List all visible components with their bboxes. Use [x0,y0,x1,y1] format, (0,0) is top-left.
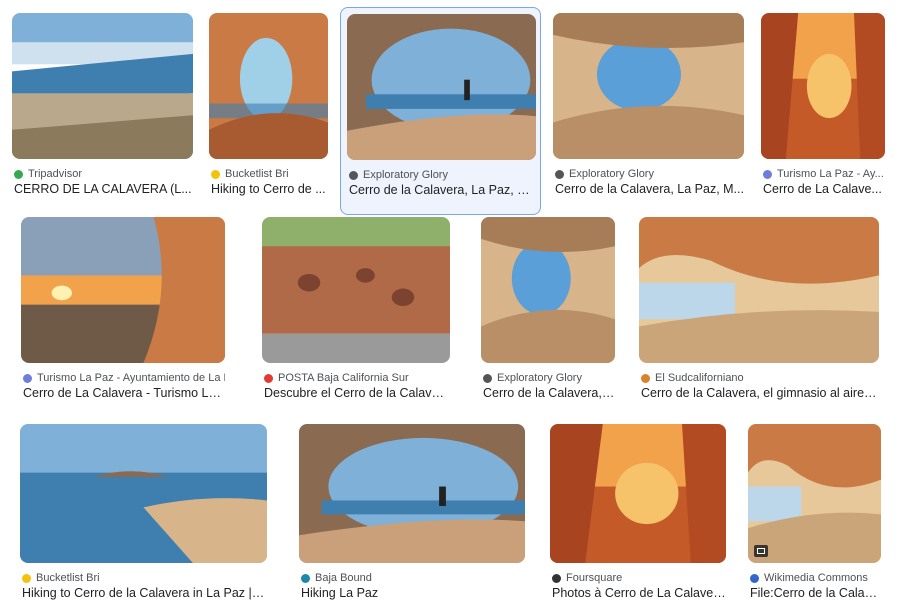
result-source[interactable]: Wikimedia Commons [750,572,881,584]
result-thumbnail[interactable] [761,13,885,159]
site-icon [555,169,564,179]
result-thumbnail[interactable] [347,14,536,160]
bulb-icon [211,169,220,179]
result-source-label: Baja Bound [315,572,372,584]
result-source-label: Turismo La Paz - Ay... [777,168,884,180]
result-source[interactable]: Turismo La Paz - Ayuntamiento de La Paz [23,372,225,384]
bulb-icon [22,573,31,583]
result-source[interactable]: Turismo La Paz - Ay... [763,168,885,180]
result-source-label: Foursquare [566,572,623,584]
image-badge-icon [754,545,768,557]
result-thumbnail[interactable] [12,13,193,159]
image-result-card[interactable]: Wikimedia Commons File:Cerro de la Calave… [748,424,881,613]
result-thumbnail[interactable] [553,13,744,159]
result-source[interactable]: Tripadvisor [14,168,193,180]
result-source[interactable]: Exploratory Glory [349,169,536,181]
bajabound-icon [301,573,310,583]
result-title[interactable]: Hiking to Cerro de ... [211,182,328,196]
result-source[interactable]: Bucketlist Bri [22,572,267,584]
image-result-card[interactable]: Exploratory Glory Cerro de la Calavera, L… [340,7,541,215]
person-icon [641,373,650,383]
result-source[interactable]: POSTA Baja California Sur [264,372,450,384]
result-thumbnail[interactable] [550,424,726,563]
result-source[interactable]: Foursquare [552,572,726,584]
site-icon [349,170,358,180]
image-result-card[interactable]: El Sudcaliforniano Cerro de la Calavera, … [639,217,879,413]
result-title[interactable]: Hiking La Paz [301,586,525,600]
result-source-label: El Sudcaliforniano [655,372,744,384]
result-source-label: Bucketlist Bri [225,168,289,180]
result-thumbnail[interactable] [209,13,328,159]
result-source[interactable]: Baja Bound [301,572,525,584]
result-source[interactable]: Bucketlist Bri [211,168,328,180]
image-result-card[interactable]: Foursquare Photos à Cerro de La Calaver..… [550,424,726,613]
result-source[interactable]: Exploratory Glory [555,168,744,180]
tripadvisor-icon [14,169,23,179]
result-title[interactable]: CERRO DE LA CALAVERA (L... [14,182,193,196]
result-title[interactable]: Cerro de La Calave... [763,182,885,196]
result-source-label: Turismo La Paz - Ayuntamiento de La Paz [37,372,225,384]
foursquare-icon [552,573,561,583]
result-title[interactable]: File:Cerro de la Calave... [750,586,881,600]
image-result-card[interactable]: Bucketlist Bri Hiking to Cerro de la Cala… [20,424,267,613]
result-thumbnail[interactable] [20,424,267,563]
result-title[interactable]: Photos à Cerro de La Calaver... [552,586,726,600]
result-title[interactable]: Cerro de La Calavera - Turismo La Paz [23,386,225,400]
result-source-label: Exploratory Glory [569,168,654,180]
result-title[interactable]: Descubre el Cerro de la Calavera e... [264,386,450,400]
result-thumbnail[interactable] [21,217,225,363]
site-icon [483,373,492,383]
result-source[interactable]: El Sudcaliforniano [641,372,879,384]
result-source-label: Tripadvisor [28,168,82,180]
posta-icon [264,373,273,383]
result-source[interactable]: Exploratory Glory [483,372,615,384]
result-title[interactable]: Cerro de la Calavera, L... [483,386,615,400]
globe-icon [23,373,32,383]
result-thumbnail[interactable] [639,217,879,363]
result-source-label: Wikimedia Commons [764,572,868,584]
result-title[interactable]: Hiking to Cerro de la Calavera in La Paz… [22,586,267,600]
image-result-card[interactable]: Tripadvisor CERRO DE LA CALAVERA (L... [12,13,193,209]
globe-icon [763,169,772,179]
result-title[interactable]: Cerro de la Calavera, el gimnasio al air… [641,386,879,400]
result-thumbnail[interactable] [262,217,450,363]
image-result-card[interactable]: Exploratory Glory Cerro de la Calavera, L… [553,13,744,209]
result-thumbnail[interactable] [748,424,881,563]
wikimedia-icon [750,573,759,583]
image-result-card[interactable]: Exploratory Glory Cerro de la Calavera, L… [481,217,615,413]
result-source-label: Bucketlist Bri [36,572,100,584]
result-title[interactable]: Cerro de la Calavera, La Paz, M... [555,182,744,196]
image-result-card[interactable]: POSTA Baja California Sur Descubre el Cer… [262,217,450,413]
result-source-label: Exploratory Glory [497,372,582,384]
image-result-card[interactable]: Baja Bound Hiking La Paz [299,424,525,613]
result-thumbnail[interactable] [481,217,615,363]
result-source-label: Exploratory Glory [363,169,448,181]
image-result-card[interactable]: Turismo La Paz - Ay... Cerro de La Calave… [761,13,885,209]
result-thumbnail[interactable] [299,424,525,563]
result-source-label: POSTA Baja California Sur [278,372,409,384]
result-title[interactable]: Cerro de la Calavera, La Paz, M... [349,183,536,197]
image-result-card[interactable]: Turismo La Paz - Ayuntamiento de La Paz C… [21,217,225,413]
image-result-card[interactable]: Bucketlist Bri Hiking to Cerro de ... [209,13,328,209]
